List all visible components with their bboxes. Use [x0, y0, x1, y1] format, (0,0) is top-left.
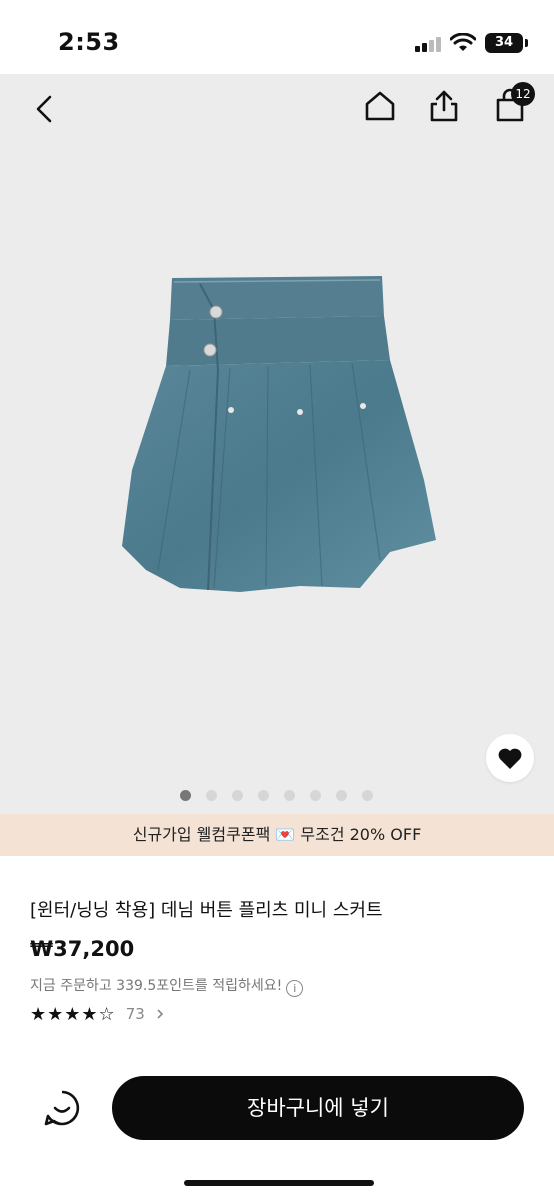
battery-indicator: 34 [485, 33, 523, 53]
product-price: ₩37,200 [30, 937, 135, 961]
signal-icon [415, 36, 441, 52]
chevron-right-icon[interactable] [155, 1009, 165, 1019]
review-count[interactable]: 73 [126, 1005, 145, 1023]
gallery-dot[interactable] [258, 790, 269, 801]
status-bar: 2:53 34 [0, 0, 554, 74]
product-gallery[interactable]: 12 [0, 74, 554, 814]
add-to-cart-button[interactable]: 장바구니에 넣기 [112, 1076, 524, 1140]
heart-icon [498, 748, 522, 769]
battery-tip [525, 39, 528, 47]
product-title: [윈터/닝닝 착용] 데님 버튼 플리츠 미니 스커트 [30, 900, 383, 921]
gallery-pagination [0, 790, 554, 804]
rating-stars: ★★★★☆ [30, 1004, 116, 1025]
home-indicator [184, 1180, 374, 1186]
promo-banner[interactable]: 신규가입 웰컴쿠폰팩 💌 무조건 20% OFF [0, 814, 554, 856]
star-outline-icon: ☆ [98, 1003, 116, 1025]
gallery-dot[interactable] [206, 790, 217, 801]
points-notice: 지금 주문하고 339.5포인트를 적립하세요! i [30, 975, 304, 997]
gallery-dot[interactable] [362, 790, 373, 801]
gallery-dot[interactable] [180, 790, 191, 801]
wishlist-button[interactable] [486, 734, 534, 782]
status-time: 2:53 [58, 28, 120, 56]
product-image[interactable] [90, 270, 464, 610]
gallery-dot[interactable] [310, 790, 321, 801]
gallery-dot[interactable] [232, 790, 243, 801]
points-text: 지금 주문하고 339.5포인트를 적립하세요! [30, 978, 283, 994]
back-icon[interactable] [28, 92, 62, 126]
star-icon: ★★★★ [30, 1003, 99, 1025]
home-icon[interactable] [362, 88, 398, 124]
info-icon[interactable]: i [286, 980, 304, 997]
gallery-dot[interactable] [284, 790, 295, 801]
rating-row[interactable]: ★★★★☆ 73 [30, 1003, 165, 1025]
cart-count-badge: 12 [511, 82, 535, 106]
share-icon[interactable] [426, 88, 462, 124]
chat-icon[interactable] [42, 1088, 82, 1128]
wifi-icon [450, 33, 476, 51]
gallery-dot[interactable] [336, 790, 347, 801]
